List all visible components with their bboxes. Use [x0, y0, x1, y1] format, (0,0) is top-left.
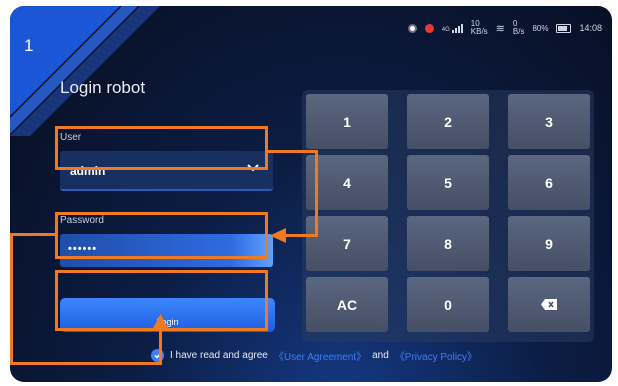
agreement-and: and — [372, 350, 389, 361]
network-type: 4G — [441, 26, 450, 33]
key-9[interactable]: 9 — [508, 216, 590, 271]
numeric-keypad: 1 2 3 4 5 6 7 8 9 AC 0 — [302, 90, 594, 342]
key-clear-all[interactable]: AC — [306, 277, 388, 332]
status-bar: 4G 10 KB/s ≋ 0 B/s 80% 14:08 — [407, 19, 602, 36]
key-8[interactable]: 8 — [407, 216, 489, 271]
backspace-icon — [541, 299, 557, 310]
battery-percent: 80% — [532, 23, 549, 33]
agreement-text: I have read and agree — [170, 350, 268, 361]
key-5[interactable]: 5 — [407, 155, 489, 210]
key-backspace[interactable] — [508, 277, 590, 332]
highlight-password-field — [55, 212, 268, 259]
app-notification-icon — [407, 23, 417, 33]
clock: 14:08 — [579, 23, 602, 33]
agreement-row: I have read and agree 《User Agreement》 a… — [151, 348, 477, 363]
wifi-icon: ≋ — [495, 22, 505, 35]
upload-speed: 0 B/s — [512, 19, 525, 36]
key-4[interactable]: 4 — [306, 155, 388, 210]
page-title: Login robot — [60, 78, 146, 97]
download-speed: 10 KB/s — [470, 19, 488, 36]
key-7[interactable]: 7 — [306, 216, 388, 271]
signal-strength-icon: 4G — [441, 23, 463, 33]
highlight-user-select — [55, 126, 268, 170]
agree-checkbox[interactable] — [151, 349, 164, 362]
key-6[interactable]: 6 — [508, 155, 590, 210]
battery-icon — [556, 23, 572, 33]
corner-stripes-decoration — [10, 6, 160, 136]
key-2[interactable]: 2 — [407, 94, 489, 149]
key-0[interactable]: 0 — [407, 277, 489, 332]
step-number: 1 — [24, 36, 34, 55]
user-agreement-link[interactable]: 《User Agreement》 — [274, 348, 366, 363]
key-1[interactable]: 1 — [306, 94, 388, 149]
privacy-policy-link[interactable]: 《Privacy Policy》 — [395, 348, 477, 363]
location-pin-icon — [424, 23, 434, 33]
key-3[interactable]: 3 — [508, 94, 590, 149]
